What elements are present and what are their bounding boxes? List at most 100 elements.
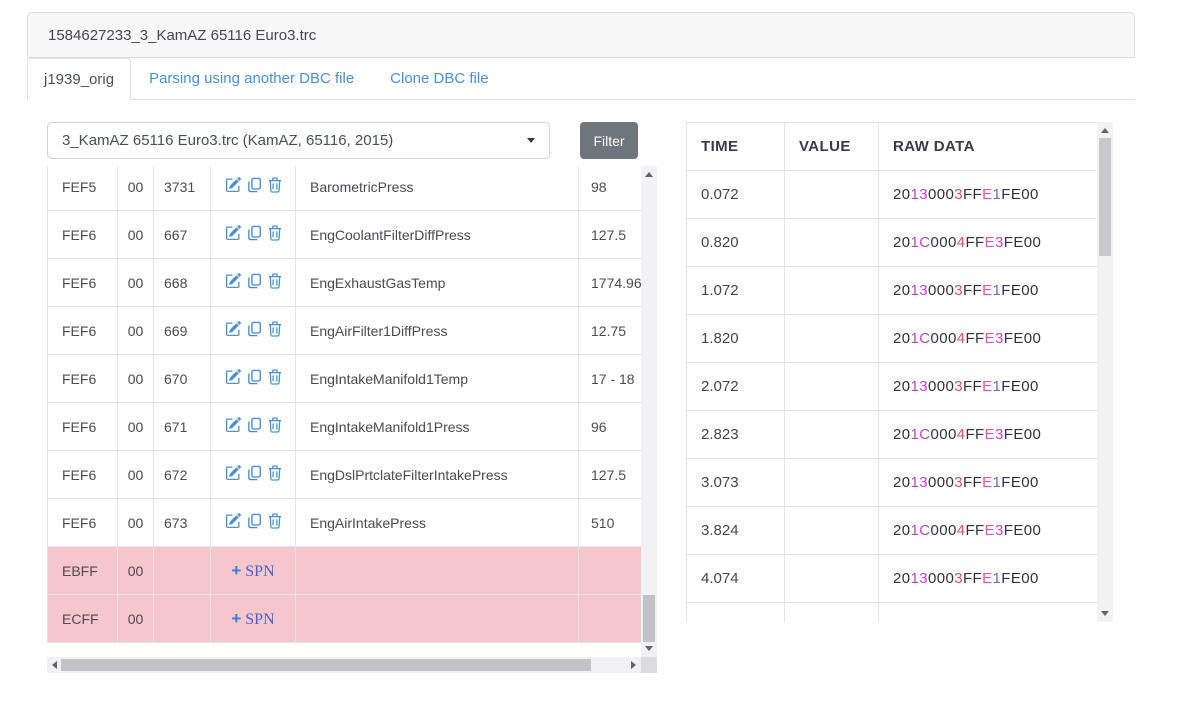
edit-button[interactable] — [225, 513, 241, 529]
tab-clone-dbc[interactable]: Clone DBC file — [372, 58, 506, 99]
copy-button[interactable] — [247, 321, 262, 337]
copy-button[interactable] — [247, 177, 262, 193]
delete-button[interactable] — [268, 417, 282, 433]
copy-button[interactable] — [247, 369, 262, 385]
cell-actions — [211, 259, 296, 307]
column-header-value: VALUE — [785, 123, 879, 171]
hex-segment: 3 — [995, 330, 1004, 347]
copy-button[interactable] — [247, 225, 262, 241]
delete-button[interactable] — [268, 321, 282, 337]
data-table-header-row: TIME VALUE RAW DATA — [687, 123, 1098, 171]
signals-vscroll-thumb[interactable] — [643, 595, 655, 642]
scroll-down-icon[interactable] — [1101, 611, 1109, 616]
plus-icon: + — [231, 561, 241, 580]
hex-segment: FF — [965, 522, 984, 539]
hex-segment: 1 — [993, 474, 1002, 491]
cell-spn: 667 — [154, 211, 211, 259]
delete-button[interactable] — [268, 225, 282, 241]
data-table-body: 0.07220130003FFE1FE000.820201C0004FFE3FE… — [687, 171, 1098, 623]
edit-button[interactable] — [225, 417, 241, 433]
cell-raw-data — [879, 603, 1098, 623]
delete-button[interactable] — [268, 465, 282, 481]
hex-segment: 3 — [954, 378, 963, 395]
signals-vertical-scrollbar[interactable] — [641, 166, 657, 657]
hex-segment: FE00 — [1001, 474, 1038, 491]
scroll-right-icon[interactable] — [631, 661, 636, 669]
cell-time: 1.820 — [687, 315, 785, 363]
edit-button[interactable] — [225, 225, 241, 241]
signals-horizontal-scrollbar[interactable] — [47, 657, 641, 673]
table-row[interactable]: EBFF00+SPN — [48, 547, 642, 595]
edit-icon — [225, 369, 241, 385]
cell-signal-name: EngDslPrtclateFilterIntakePress — [296, 451, 579, 499]
table-row[interactable]: FEF600671EngIntakeManifold1Press96 — [48, 403, 642, 451]
filter-button[interactable]: Filter — [580, 122, 638, 159]
hex-segment: 13 — [911, 378, 929, 395]
tab-bar: j1939_orig Parsing using another DBC fil… — [27, 58, 1135, 100]
table-row[interactable]: FEF600673EngAirIntakePress510 — [48, 499, 642, 547]
copy-button[interactable] — [247, 465, 262, 481]
cell-value — [785, 507, 879, 555]
cell-value: 98 — [579, 166, 642, 211]
copy-button[interactable] — [247, 513, 262, 529]
cell-time: 4.074 — [687, 555, 785, 603]
dbc-file-select[interactable]: 3_KamAZ 65116 Euro3.trc (KamAZ, 65116, 2… — [47, 122, 550, 159]
table-row[interactable]: FEF600669EngAirFilter1DiffPress12.75 — [48, 307, 642, 355]
table-row[interactable]: FEF600668EngExhaustGasTemp1774.96 — [48, 259, 642, 307]
table-row[interactable]: FEF600670EngIntakeManifold1Temp17 - 18 — [48, 355, 642, 403]
scroll-up-icon[interactable] — [645, 172, 653, 177]
row-action-icons — [225, 417, 282, 433]
cell-actions — [211, 355, 296, 403]
scroll-down-icon[interactable] — [645, 646, 653, 651]
cell-signal-name — [296, 547, 579, 595]
edit-button[interactable] — [225, 321, 241, 337]
hex-segment: FE00 — [1001, 570, 1038, 587]
add-spn-link[interactable]: +SPN — [231, 611, 274, 627]
scroll-left-icon[interactable] — [52, 661, 57, 669]
hex-segment: FE00 — [1001, 378, 1038, 395]
cell-raw-data: 201C0004FFE3FE00 — [879, 219, 1098, 267]
copy-icon — [247, 513, 262, 529]
signals-panel: FEF5003731BarometricPress98FEF600667EngC… — [47, 166, 658, 674]
copy-button[interactable] — [247, 273, 262, 289]
signals-hscroll-thumb[interactable] — [61, 659, 591, 671]
row-action-icons — [225, 321, 282, 337]
add-spn-label: SPN — [245, 563, 274, 580]
edit-icon — [225, 465, 241, 481]
edit-button[interactable] — [225, 465, 241, 481]
tab-label: Clone DBC file — [390, 70, 488, 87]
data-vscroll-thumb[interactable] — [1099, 138, 1111, 256]
hex-segment: 1C — [911, 426, 931, 443]
delete-button[interactable] — [268, 369, 282, 385]
hex-segment: FF — [965, 330, 984, 347]
hex-segment: 000 — [928, 474, 954, 491]
cell-signal-name: EngCoolantFilterDiffPress — [296, 211, 579, 259]
hex-segment: 1 — [993, 282, 1002, 299]
cell-source-address: 00 — [118, 355, 154, 403]
hex-segment: 000 — [928, 378, 954, 395]
add-spn-link[interactable]: +SPN — [231, 563, 274, 579]
table-row[interactable]: FEF5003731BarometricPress98 — [48, 166, 642, 211]
cell-value: 1774.96 — [579, 259, 642, 307]
table-row[interactable]: FEF600672EngDslPrtclateFilterIntakePress… — [48, 451, 642, 499]
edit-button[interactable] — [225, 369, 241, 385]
tab-parsing-another-dbc[interactable]: Parsing using another DBC file — [131, 58, 372, 99]
edit-button[interactable] — [225, 273, 241, 289]
copy-icon — [247, 465, 262, 481]
delete-icon — [268, 417, 282, 433]
edit-button[interactable] — [225, 177, 241, 193]
table-row[interactable]: ECFF00+SPN — [48, 595, 642, 643]
tab-j1939-orig[interactable]: j1939_orig — [27, 58, 131, 100]
data-panel: TIME VALUE RAW DATA 0.07220130003FFE1FE0… — [686, 122, 1114, 622]
table-row[interactable]: FEF600667EngCoolantFilterDiffPress127.5 — [48, 211, 642, 259]
scroll-up-icon[interactable] — [1101, 128, 1109, 133]
hex-segment: FF — [963, 282, 982, 299]
hex-segment: 20 — [893, 378, 911, 395]
hex-segment: 1 — [993, 186, 1002, 203]
plus-icon: + — [231, 609, 241, 628]
copy-button[interactable] — [247, 417, 262, 433]
delete-button[interactable] — [268, 513, 282, 529]
delete-button[interactable] — [268, 177, 282, 193]
delete-button[interactable] — [268, 273, 282, 289]
data-vertical-scrollbar[interactable] — [1097, 122, 1113, 622]
